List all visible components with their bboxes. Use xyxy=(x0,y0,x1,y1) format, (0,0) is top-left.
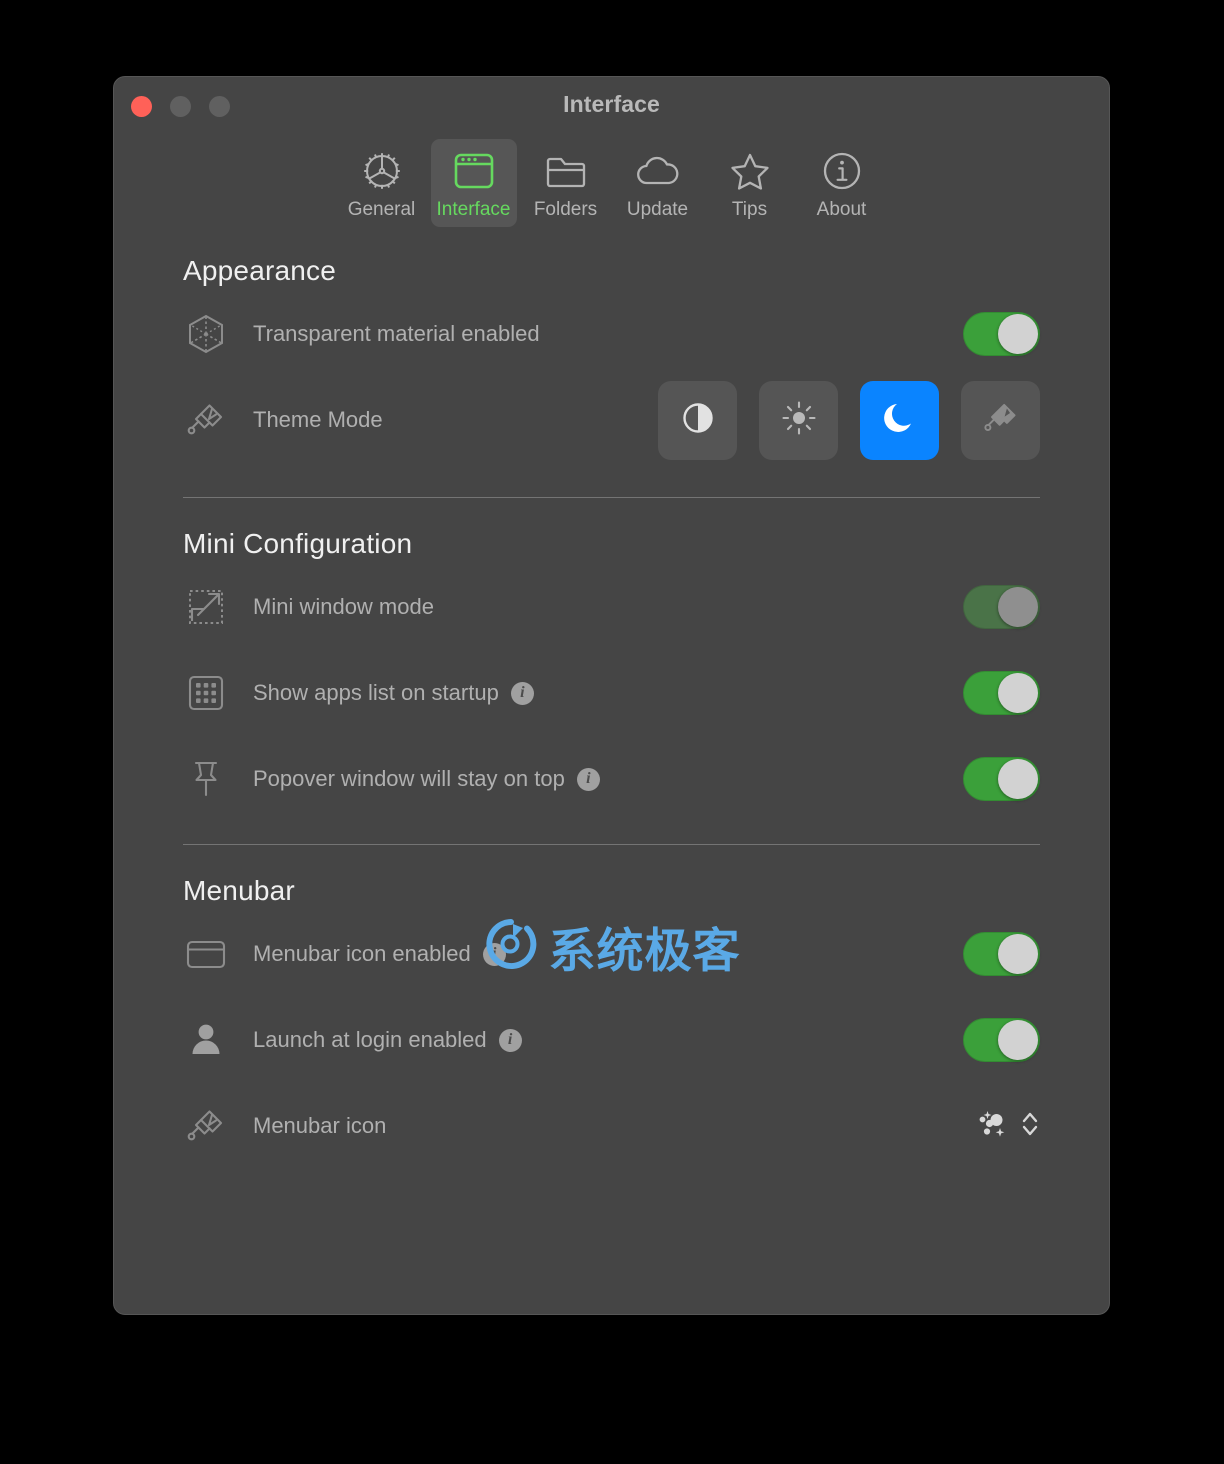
switch-track xyxy=(963,1018,1040,1062)
toggle-show-apps-list[interactable] xyxy=(963,671,1040,715)
tab-general[interactable]: General xyxy=(339,139,425,227)
toggle-popover-stay-on-top[interactable] xyxy=(963,757,1040,801)
switch-knob xyxy=(998,314,1038,354)
sparkles-dots-icon xyxy=(976,1108,1010,1145)
paintbrush-icon xyxy=(183,1105,229,1147)
menubar-icon-popup-button[interactable] xyxy=(976,1107,1040,1146)
section-title-appearance: Appearance xyxy=(183,255,337,286)
switch-knob xyxy=(998,673,1038,713)
row-label-show-apps-list: Show apps list on startup i xyxy=(253,680,534,706)
switch-track xyxy=(963,757,1040,801)
switch-track xyxy=(963,671,1040,715)
switch-track xyxy=(963,932,1040,976)
window-title: Interface xyxy=(563,91,660,117)
folder-icon xyxy=(544,149,588,193)
star-icon xyxy=(729,149,771,193)
row-launch-at-login: Launch at login enabled i xyxy=(114,997,1109,1083)
tab-label-about: About xyxy=(816,199,867,220)
titlebar: Interface xyxy=(114,77,1109,135)
label-text: Menubar icon xyxy=(253,1113,387,1138)
row-label-transparent-material: Transparent material enabled xyxy=(253,321,540,347)
chevron-up-down-icon xyxy=(1020,1107,1040,1146)
row-menubar-icon-enabled: Menubar icon enabled i xyxy=(114,911,1109,997)
contrast-circle-icon xyxy=(679,399,717,442)
theme-mode-buttons xyxy=(658,380,1040,460)
label-text: Mini window mode xyxy=(253,594,434,619)
row-label-popover-stay-on-top: Popover window will stay on top i xyxy=(253,766,600,792)
resize-arrow-icon xyxy=(183,587,229,627)
switch-track xyxy=(963,312,1040,356)
cloud-icon xyxy=(635,149,681,193)
info-icon[interactable]: i xyxy=(482,942,506,966)
toggle-menubar-icon-enabled[interactable] xyxy=(963,932,1040,976)
person-icon xyxy=(183,1020,229,1060)
row-show-apps-list: Show apps list on startup i xyxy=(114,650,1109,736)
pin-icon xyxy=(183,758,229,800)
divider-appearance xyxy=(183,497,1040,498)
row-label-menubar-icon: Menubar icon xyxy=(253,1113,386,1139)
label-text: Launch at login enabled xyxy=(253,1027,487,1052)
switch-knob xyxy=(998,587,1038,627)
cube-icon xyxy=(183,313,229,355)
theme-custom-button[interactable] xyxy=(961,380,1040,460)
tab-about[interactable]: About xyxy=(799,139,885,227)
preferences-window: Interface General Interface Folders Upda… xyxy=(113,76,1110,1315)
row-label-mini-window-mode: Mini window mode xyxy=(253,594,434,620)
label-text: Popover window will stay on top xyxy=(253,766,565,791)
divider-mini-configuration xyxy=(183,844,1040,845)
section-title-mini-configuration: Mini Configuration xyxy=(183,528,413,559)
tab-interface[interactable]: Interface xyxy=(430,139,517,227)
theme-auto-button[interactable] xyxy=(658,380,737,460)
toggle-launch-at-login[interactable] xyxy=(963,1018,1040,1062)
switch-knob xyxy=(998,934,1038,974)
switch-knob xyxy=(998,759,1038,799)
theme-light-button[interactable] xyxy=(759,380,838,460)
row-theme-mode: Theme Mode xyxy=(114,377,1109,463)
theme-dark-button[interactable] xyxy=(860,380,939,460)
grid-icon xyxy=(183,673,229,713)
gear-icon xyxy=(361,149,403,193)
row-mini-window-mode: Mini window mode xyxy=(114,564,1109,650)
info-circle-icon xyxy=(821,149,863,193)
sun-icon xyxy=(780,399,818,442)
tab-label-folders: Folders xyxy=(533,199,598,220)
switch-knob xyxy=(998,1020,1038,1060)
info-icon[interactable]: i xyxy=(498,1028,522,1052)
label-text: Menubar icon enabled xyxy=(253,941,471,966)
menubar-window-icon xyxy=(183,936,229,972)
tab-folders[interactable]: Folders xyxy=(523,139,609,227)
row-label-menubar-icon-enabled: Menubar icon enabled i xyxy=(253,941,506,967)
label-text: Transparent material enabled xyxy=(253,321,540,346)
tab-label-interface: Interface xyxy=(436,199,511,220)
toggle-mini-window-mode[interactable] xyxy=(963,585,1040,629)
paintbrush-icon xyxy=(982,399,1020,442)
info-icon[interactable]: i xyxy=(576,767,600,791)
toggle-transparent-material[interactable] xyxy=(963,312,1040,356)
screen: Interface General Interface Folders Upda… xyxy=(0,0,1224,1464)
theme-mode-segmented-control xyxy=(658,380,1040,460)
row-transparent-material: Transparent material enabled xyxy=(114,291,1109,377)
switch-track xyxy=(963,585,1040,629)
label-text: Theme Mode xyxy=(253,407,383,432)
info-icon[interactable]: i xyxy=(510,681,534,705)
toolbar-tabs: General Interface Folders Update Tips Ab… xyxy=(114,135,1109,227)
label-text: Show apps list on startup xyxy=(253,680,499,705)
settings-content: Appearance Transparent material enabled xyxy=(114,227,1109,1169)
row-label-theme-mode: Theme Mode xyxy=(253,407,383,433)
tab-tips[interactable]: Tips xyxy=(707,139,793,227)
tab-label-tips: Tips xyxy=(731,199,768,220)
section-title-menubar: Menubar xyxy=(183,875,295,906)
row-menubar-icon: Menubar icon xyxy=(114,1083,1109,1169)
tab-label-general: General xyxy=(347,199,416,220)
window-icon xyxy=(453,149,495,193)
row-popover-stay-on-top: Popover window will stay on top i xyxy=(114,736,1109,822)
row-label-launch-at-login: Launch at login enabled i xyxy=(253,1027,522,1053)
tab-update[interactable]: Update xyxy=(615,139,701,227)
tab-label-update: Update xyxy=(626,199,689,220)
paintbrush-icon xyxy=(183,399,229,441)
moon-icon xyxy=(881,399,919,442)
